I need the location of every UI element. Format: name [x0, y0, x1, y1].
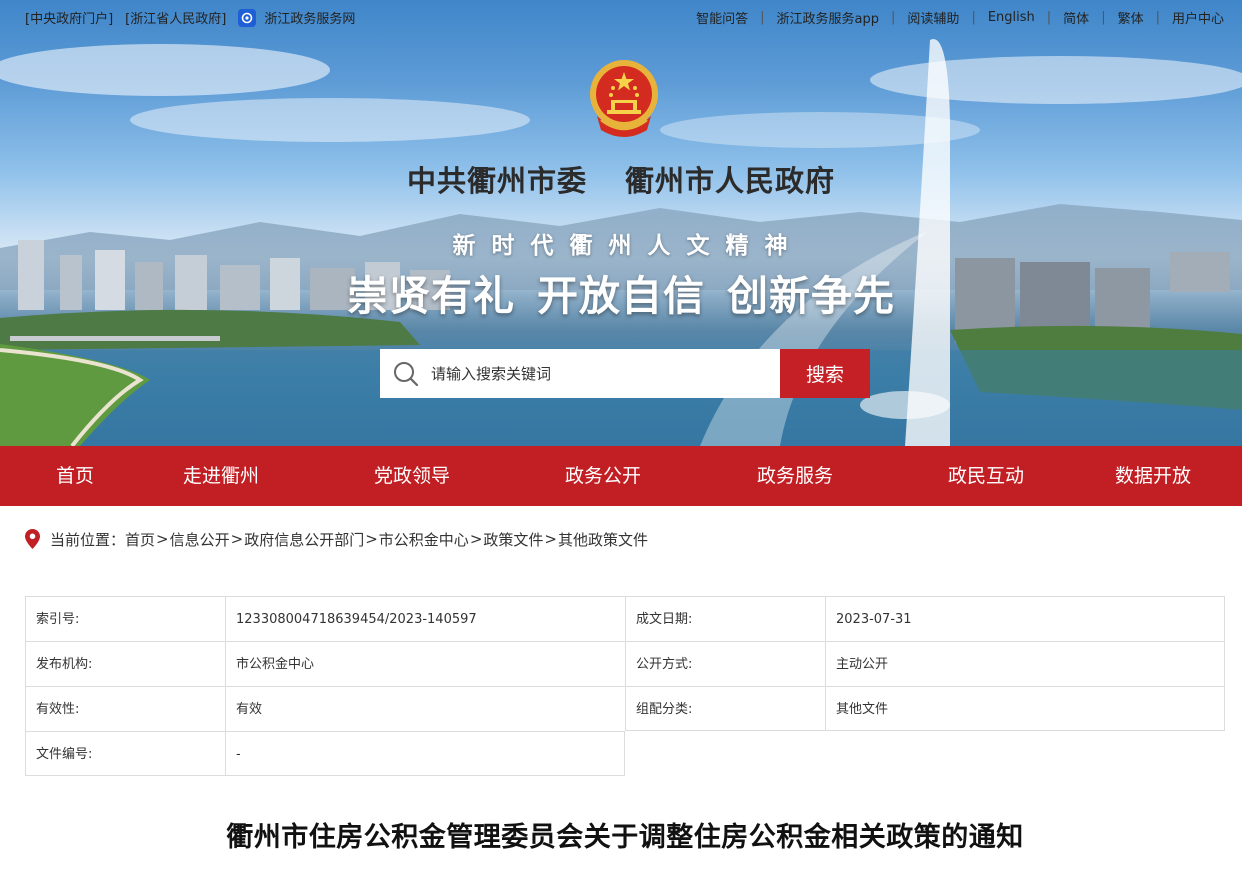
breadcrumb-label: 当前位置： [50, 530, 126, 549]
search-box [380, 349, 780, 398]
nav-item-gov-affairs[interactable]: 政务公开 [565, 446, 641, 506]
breadcrumb-separator: > [230, 530, 244, 548]
search-input[interactable] [431, 353, 761, 394]
issuing-org-label: 发布机构: [25, 641, 225, 686]
zhejiang-service-link[interactable]: 浙江政务服务网 [264, 8, 355, 27]
index-number-label: 索引号: [25, 596, 225, 641]
document-metadata-table: 索引号: 123308004718639454/2023-140597 成文日期… [25, 596, 1225, 776]
document-number-label: 文件编号: [25, 731, 225, 776]
document-number-value: - [225, 731, 625, 776]
slogan-main: 崇贤有礼 开放自信 创新争先 [0, 262, 1242, 322]
english-link[interactable]: English [988, 10, 1035, 25]
nav-item-interaction[interactable]: 政民互动 [948, 446, 1024, 506]
issuing-org-value: 市公积金中心 [225, 641, 625, 686]
location-pin-icon [25, 529, 40, 549]
breadcrumb-separator: > [156, 530, 169, 548]
traditional-chinese-link[interactable]: 繁体 [1118, 8, 1144, 27]
nav-item-leadership[interactable]: 党政领导 [374, 446, 450, 506]
separator: | [1155, 10, 1160, 25]
separator: | [1101, 10, 1106, 25]
central-gov-portal-link[interactable]: [中央政府门户] [25, 8, 113, 27]
zhejiang-gov-link[interactable]: [浙江省人民政府] [125, 8, 226, 27]
city-government-title: 衢州市人民政府 [625, 164, 836, 198]
reading-assist-link[interactable]: 阅读辅助 [907, 8, 959, 27]
top-utility-bar: [中央政府门户] [浙江省人民政府] 浙江政务服务网 智能问答 | 浙江政务服务… [0, 0, 1242, 32]
breadcrumb-separator: > [365, 530, 378, 548]
validity-label: 有效性: [25, 686, 225, 731]
site-title: 中共衢州市委 衢州市人民政府 [0, 158, 1242, 200]
category-label: 组配分类: [625, 686, 825, 731]
table-row: 发布机构: 市公积金中心 公开方式: 主动公开 [25, 641, 1225, 686]
search-icon [394, 361, 419, 386]
validity-value: 有效 [225, 686, 625, 731]
breadcrumb-other-policy-docs[interactable]: 其他政策文件 [558, 529, 648, 550]
breadcrumb: 当前位置： 首页 > 信息公开 > 政府信息公开部门 > 市公积金中心 > 政策… [25, 529, 648, 549]
slogan-part: 创新争先 [727, 272, 895, 320]
zhejiang-app-link[interactable]: 浙江政务服务app [777, 8, 879, 27]
slogan-part: 崇贤有礼 [347, 272, 515, 320]
breadcrumb-info-disclosure[interactable]: 信息公开 [170, 529, 230, 550]
index-number-value: 123308004718639454/2023-140597 [225, 596, 625, 641]
breadcrumb-separator: > [544, 530, 557, 548]
main-navigation: 首页 走进衢州 党政领导 政务公开 政务服务 政民互动 数据开放 [0, 446, 1242, 506]
article-title: 衢州市住房公积金管理委员会关于调整住房公积金相关政策的通知 [226, 822, 1024, 853]
separator: | [891, 10, 896, 25]
user-center-link[interactable]: 用户中心 [1172, 8, 1224, 27]
external-portal-links: [中央政府门户] [浙江省人民政府] 浙江政务服务网 [25, 8, 367, 27]
header-banner: [中央政府门户] [浙江省人民政府] 浙江政务服务网 智能问答 | 浙江政务服务… [0, 0, 1242, 446]
national-emblem-icon [590, 60, 658, 137]
simplified-chinese-link[interactable]: 简体 [1063, 8, 1089, 27]
table-row: 文件编号: - [25, 731, 1225, 776]
slogan-part: 开放自信 [537, 272, 705, 320]
smart-qa-link[interactable]: 智能问答 [696, 8, 748, 27]
separator: | [1046, 10, 1052, 25]
separator: | [760, 10, 765, 25]
category-value: 其他文件 [825, 686, 1225, 731]
zhejiang-service-logo-icon [238, 8, 257, 27]
slogan-subtitle: 新时代衢州人文精神 [452, 233, 804, 259]
nav-item-open-data[interactable]: 数据开放 [1115, 446, 1191, 506]
nav-item-gov-services[interactable]: 政务服务 [757, 446, 833, 506]
breadcrumb-separator: > [469, 530, 483, 548]
nav-item-home[interactable]: 首页 [56, 446, 94, 506]
disclosure-mode-label: 公开方式: [625, 641, 825, 686]
table-row: 索引号: 123308004718639454/2023-140597 成文日期… [25, 596, 1225, 641]
written-date-label: 成文日期: [625, 596, 825, 641]
breadcrumb-home[interactable]: 首页 [125, 529, 155, 550]
table-row: 有效性: 有效 组配分类: 其他文件 [25, 686, 1225, 731]
search-button[interactable]: 搜索 [780, 349, 870, 398]
written-date-value: 2023-07-31 [825, 596, 1225, 641]
utility-links: 智能问答 | 浙江政务服务app | 阅读辅助 | English | 简体 |… [696, 8, 1224, 27]
disclosure-mode-value: 主动公开 [825, 641, 1225, 686]
breadcrumb-fund-center[interactable]: 市公积金中心 [379, 529, 469, 550]
party-committee-title: 中共衢州市委 [406, 164, 587, 198]
nav-item-about-quzhou[interactable]: 走进衢州 [183, 446, 259, 506]
breadcrumb-policy-docs[interactable]: 政策文件 [483, 529, 543, 550]
breadcrumb-departments[interactable]: 政府信息公开部门 [244, 529, 364, 550]
separator: | [971, 10, 976, 25]
